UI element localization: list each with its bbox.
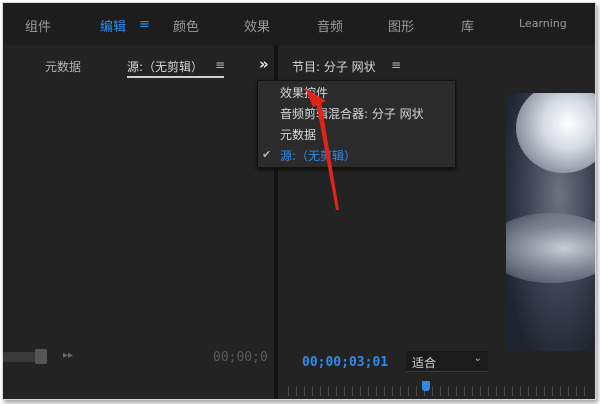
workspace-tab-effects[interactable]: 效果 [244,16,270,35]
program-timecode[interactable]: 00;00;03;01 [302,355,388,370]
tab-metadata[interactable]: 元数据 [45,58,81,75]
zoom-fit-dropdown[interactable]: 适合 ⌄ [406,351,488,372]
step-forward-icon[interactable]: ▸▸ [63,350,73,361]
active-tab-underline [127,76,224,78]
workspace-bar: 组件 编辑 ≡ 颜色 效果 音频 图形 库 Learning [3,3,595,45]
chevron-down-icon: ⌄ [473,353,482,364]
menu-item-audio-clip-mixer[interactable]: 音频剪辑混合器: 分子 网状 [280,105,424,122]
workspace-tab-color[interactable]: 颜色 [173,16,199,35]
workspace-menu-icon[interactable]: ≡ [139,17,150,32]
tab-source[interactable]: 源:（无剪辑） [127,58,203,75]
video-highlight [506,213,595,283]
video-preview [506,93,595,351]
workspace-tab-components[interactable]: 组件 [25,16,51,35]
panel-overflow-menu: 效果控件 音频剪辑混合器: 分子 网状 元数据 ✔ 源:（无剪辑） [257,80,456,168]
source-panel: 元数据 源:（无剪辑） ≡ » ▸▸ 00;00;0 [3,45,274,399]
check-icon: ✔ [262,148,272,161]
hamburger-menu-icon[interactable]: ≡ [215,58,225,72]
hamburger-menu-icon[interactable]: ≡ [391,58,401,72]
fit-value: 适合 [412,356,437,370]
menu-item-metadata[interactable]: 元数据 [280,126,316,143]
app-window: 组件 编辑 ≡ 颜色 效果 音频 图形 库 Learning 元数据 源:（无剪… [2,2,596,400]
menu-item-source[interactable]: 源:（无剪辑） [280,147,356,164]
workspace-tab-learning[interactable]: Learning [519,17,567,30]
menu-item-effect-controls[interactable]: 效果控件 [280,84,328,101]
scrollbar-handle[interactable] [35,349,47,364]
time-ruler[interactable] [288,386,588,396]
workspace-tab-graphics[interactable]: 图形 [388,16,414,35]
double-chevron-right-icon[interactable]: » [259,55,269,73]
workspace-tab-editing[interactable]: 编辑 [100,16,126,35]
workspace-tab-libraries[interactable]: 库 [461,16,474,35]
video-highlight [516,93,595,173]
program-panel-title[interactable]: 节目: 分子 网状 [292,58,376,75]
source-timecode: 00;00;0 [213,350,268,365]
workspace-tab-audio[interactable]: 音频 [317,16,343,35]
playhead[interactable] [422,381,430,391]
